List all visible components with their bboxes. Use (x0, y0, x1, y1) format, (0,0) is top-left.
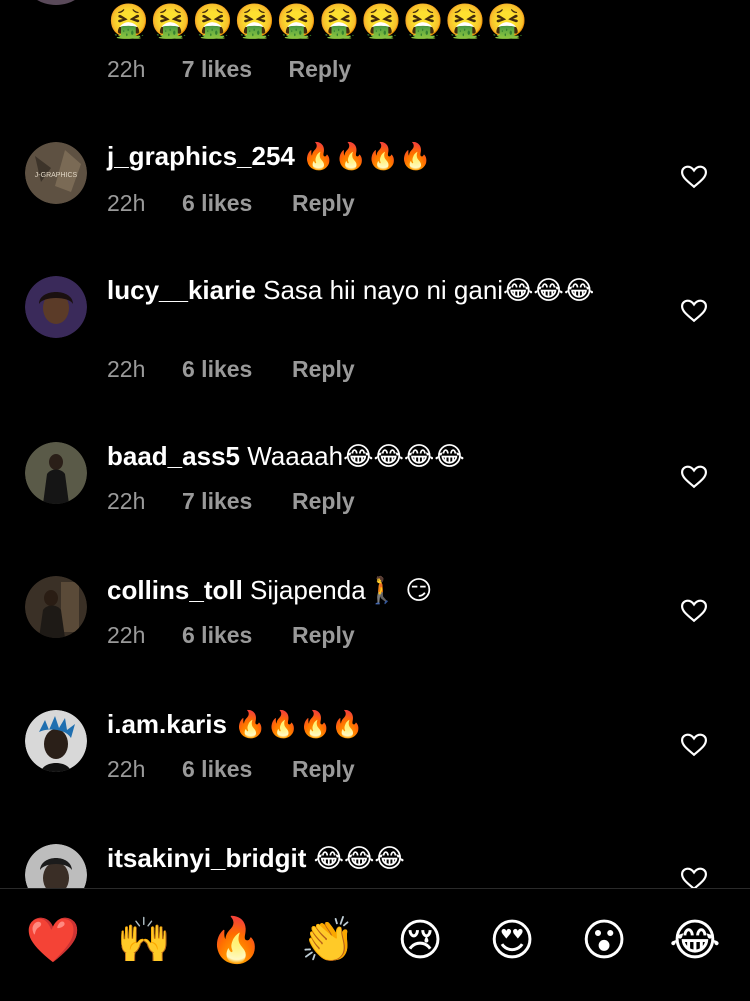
comment-meta: 22h 6 likes Reply (107, 356, 355, 383)
comment-likes[interactable]: 7 likes (182, 56, 252, 82)
crying-face-emoji-icon[interactable]: 😢 (390, 911, 450, 971)
reply-button[interactable]: Reply (289, 56, 352, 82)
comment-text: itsakinyi_bridgit 😂😂😂 (107, 842, 627, 875)
comment-body: 🔥🔥🔥🔥 (226, 709, 364, 739)
reply-button[interactable]: Reply (292, 356, 355, 382)
like-heart-icon[interactable] (681, 299, 707, 323)
avatar[interactable] (25, 276, 87, 338)
comment-username[interactable]: i.am.karis (107, 709, 227, 739)
comment-meta: 22h 7 likes Reply (107, 56, 381, 83)
comment-text: baad_ass5 Waaaah😂😂😂😂 (107, 440, 627, 473)
comment-body: Sijapenda🚶 😏 (242, 575, 433, 605)
reply-button[interactable]: Reply (292, 622, 355, 648)
like-heart-icon[interactable] (681, 867, 707, 888)
reply-button[interactable]: Reply (292, 190, 355, 216)
comment-username[interactable]: baad_ass5 (107, 441, 240, 471)
heart-eyes-emoji-icon[interactable]: 😍 (482, 911, 542, 971)
comment-meta: 22h 7 likes Reply (107, 488, 355, 515)
comment-username[interactable]: j_graphics_254 (107, 141, 295, 171)
surprised-face-emoji-icon[interactable]: 😮 (574, 911, 634, 971)
avatar[interactable] (25, 844, 87, 888)
comment-body: 😂😂😂 (306, 843, 405, 873)
comment-body: Waaaah😂😂😂😂 (239, 441, 465, 471)
like-heart-icon[interactable] (681, 599, 707, 623)
comment-body: Sasa hii nayo ni gani😂😂😂 (255, 275, 595, 305)
comment-username[interactable]: itsakinyi_bridgit (107, 843, 306, 873)
comment-text: j_graphics_254 🔥🔥🔥🔥 (107, 140, 627, 173)
comment-likes[interactable]: 6 likes (182, 190, 292, 217)
comment-meta: 22h 6 likes Reply (107, 190, 355, 217)
heart-emoji-icon[interactable]: ❤️ (23, 911, 83, 971)
avatar[interactable] (26, 0, 86, 5)
comment-time: 22h (107, 488, 146, 514)
quick-reaction-bar: ❤️ 🙌 🔥 👏 😢 😍 😮 😂 (0, 888, 750, 1001)
comment-time: 22h (107, 56, 146, 82)
comment-username[interactable]: lucy__kiarie (107, 275, 256, 305)
comment-text: collins_toll Sijapenda🚶 😏 (107, 574, 627, 607)
clapping-hands-emoji-icon[interactable]: 👏 (298, 911, 358, 971)
comment-time: 22h (107, 622, 146, 648)
comment-likes[interactable]: 6 likes (182, 622, 292, 649)
avatar[interactable] (25, 710, 87, 772)
fire-emoji-icon[interactable]: 🔥 (206, 911, 266, 971)
comment-item: 🤮🤮🤮🤮🤮🤮🤮🤮🤮🤮 22h 7 likes Reply (0, 0, 750, 83)
comment-likes[interactable]: 6 likes (182, 756, 292, 783)
like-heart-icon[interactable] (681, 465, 707, 489)
avatar[interactable] (25, 576, 87, 638)
raising-hands-emoji-icon[interactable]: 🙌 (114, 911, 174, 971)
like-heart-icon[interactable] (681, 165, 707, 189)
like-heart-icon[interactable] (681, 733, 707, 757)
comments-feed[interactable]: 🤮🤮🤮🤮🤮🤮🤮🤮🤮🤮 22h 7 likes Reply J-GRAPHICS … (0, 0, 750, 888)
avatar[interactable] (25, 442, 87, 504)
avatar-logo-text: J-GRAPHICS (35, 172, 78, 179)
comment-meta: 22h 6 likes Reply (107, 622, 355, 649)
comment-likes[interactable]: 7 likes (182, 488, 292, 515)
reply-button[interactable]: Reply (292, 756, 355, 782)
comment-meta: 22h 6 likes Reply (107, 756, 355, 783)
comment-text: i.am.karis 🔥🔥🔥🔥 (107, 708, 627, 741)
comment-body: 🔥🔥🔥🔥 (294, 141, 432, 171)
comment-time: 22h (107, 756, 146, 782)
reply-button[interactable]: Reply (292, 488, 355, 514)
comment-text: lucy__kiarie Sasa hii nayo ni gani😂😂😂 (107, 274, 627, 307)
comment-time: 22h (107, 356, 146, 382)
comment-time: 22h (107, 190, 146, 216)
comment-username[interactable]: collins_toll (107, 575, 243, 605)
comment-text: 🤮🤮🤮🤮🤮🤮🤮🤮🤮🤮 (108, 2, 529, 39)
comment-likes[interactable]: 6 likes (182, 356, 292, 383)
laughing-face-emoji-icon[interactable]: 😂 (665, 911, 725, 971)
avatar[interactable]: J-GRAPHICS (25, 142, 87, 204)
